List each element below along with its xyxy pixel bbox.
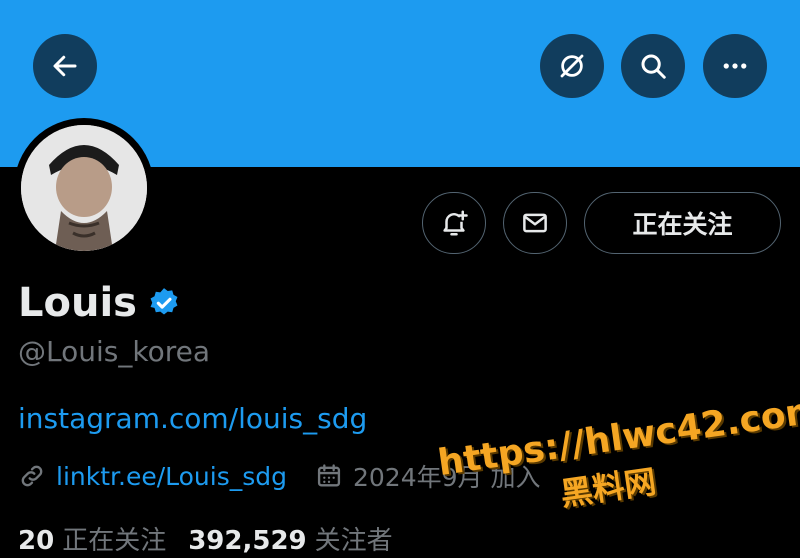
following-link[interactable]: 20 正在关注 (18, 520, 166, 557)
profile-name-row: Louis (18, 280, 181, 326)
more-button[interactable] (703, 34, 767, 98)
bio-instagram-link[interactable]: instagram.com/louis_sdg (18, 402, 367, 435)
verified-badge-icon (150, 288, 178, 315)
following-count: 20 (18, 526, 55, 556)
bell-plus-icon (443, 210, 468, 236)
search-button[interactable] (621, 34, 685, 98)
message-button[interactable] (503, 192, 567, 254)
follow-counts: 20 正在关注 392,529 关注者 (18, 520, 393, 557)
search-icon (641, 54, 666, 79)
avatar[interactable] (14, 118, 154, 258)
following-label: 正在关注 (62, 526, 167, 556)
back-button[interactable] (33, 34, 97, 98)
website-link[interactable]: linktr.ee/Louis_sdg (56, 462, 287, 491)
following-button[interactable]: 正在关注 (584, 192, 781, 254)
following-button-label: 正在关注 (632, 210, 733, 239)
more-icon (723, 63, 747, 69)
profile-handle: @Louis_korea (18, 335, 210, 368)
avatar-image (21, 125, 147, 251)
followers-count: 392,529 (188, 526, 307, 556)
arrow-left-icon (53, 55, 77, 77)
watermark: https://hlwc42.com 黑料网 (435, 389, 800, 531)
mail-icon (523, 213, 547, 233)
followers-link[interactable]: 392,529 关注者 (188, 520, 392, 557)
followers-label: 关注者 (314, 526, 393, 556)
profile-name: Louis (18, 280, 137, 326)
grok-icon (560, 54, 584, 78)
calendar-icon (317, 464, 341, 487)
notify-button[interactable] (422, 192, 486, 254)
grok-button[interactable] (540, 34, 604, 98)
link-icon (21, 465, 43, 487)
